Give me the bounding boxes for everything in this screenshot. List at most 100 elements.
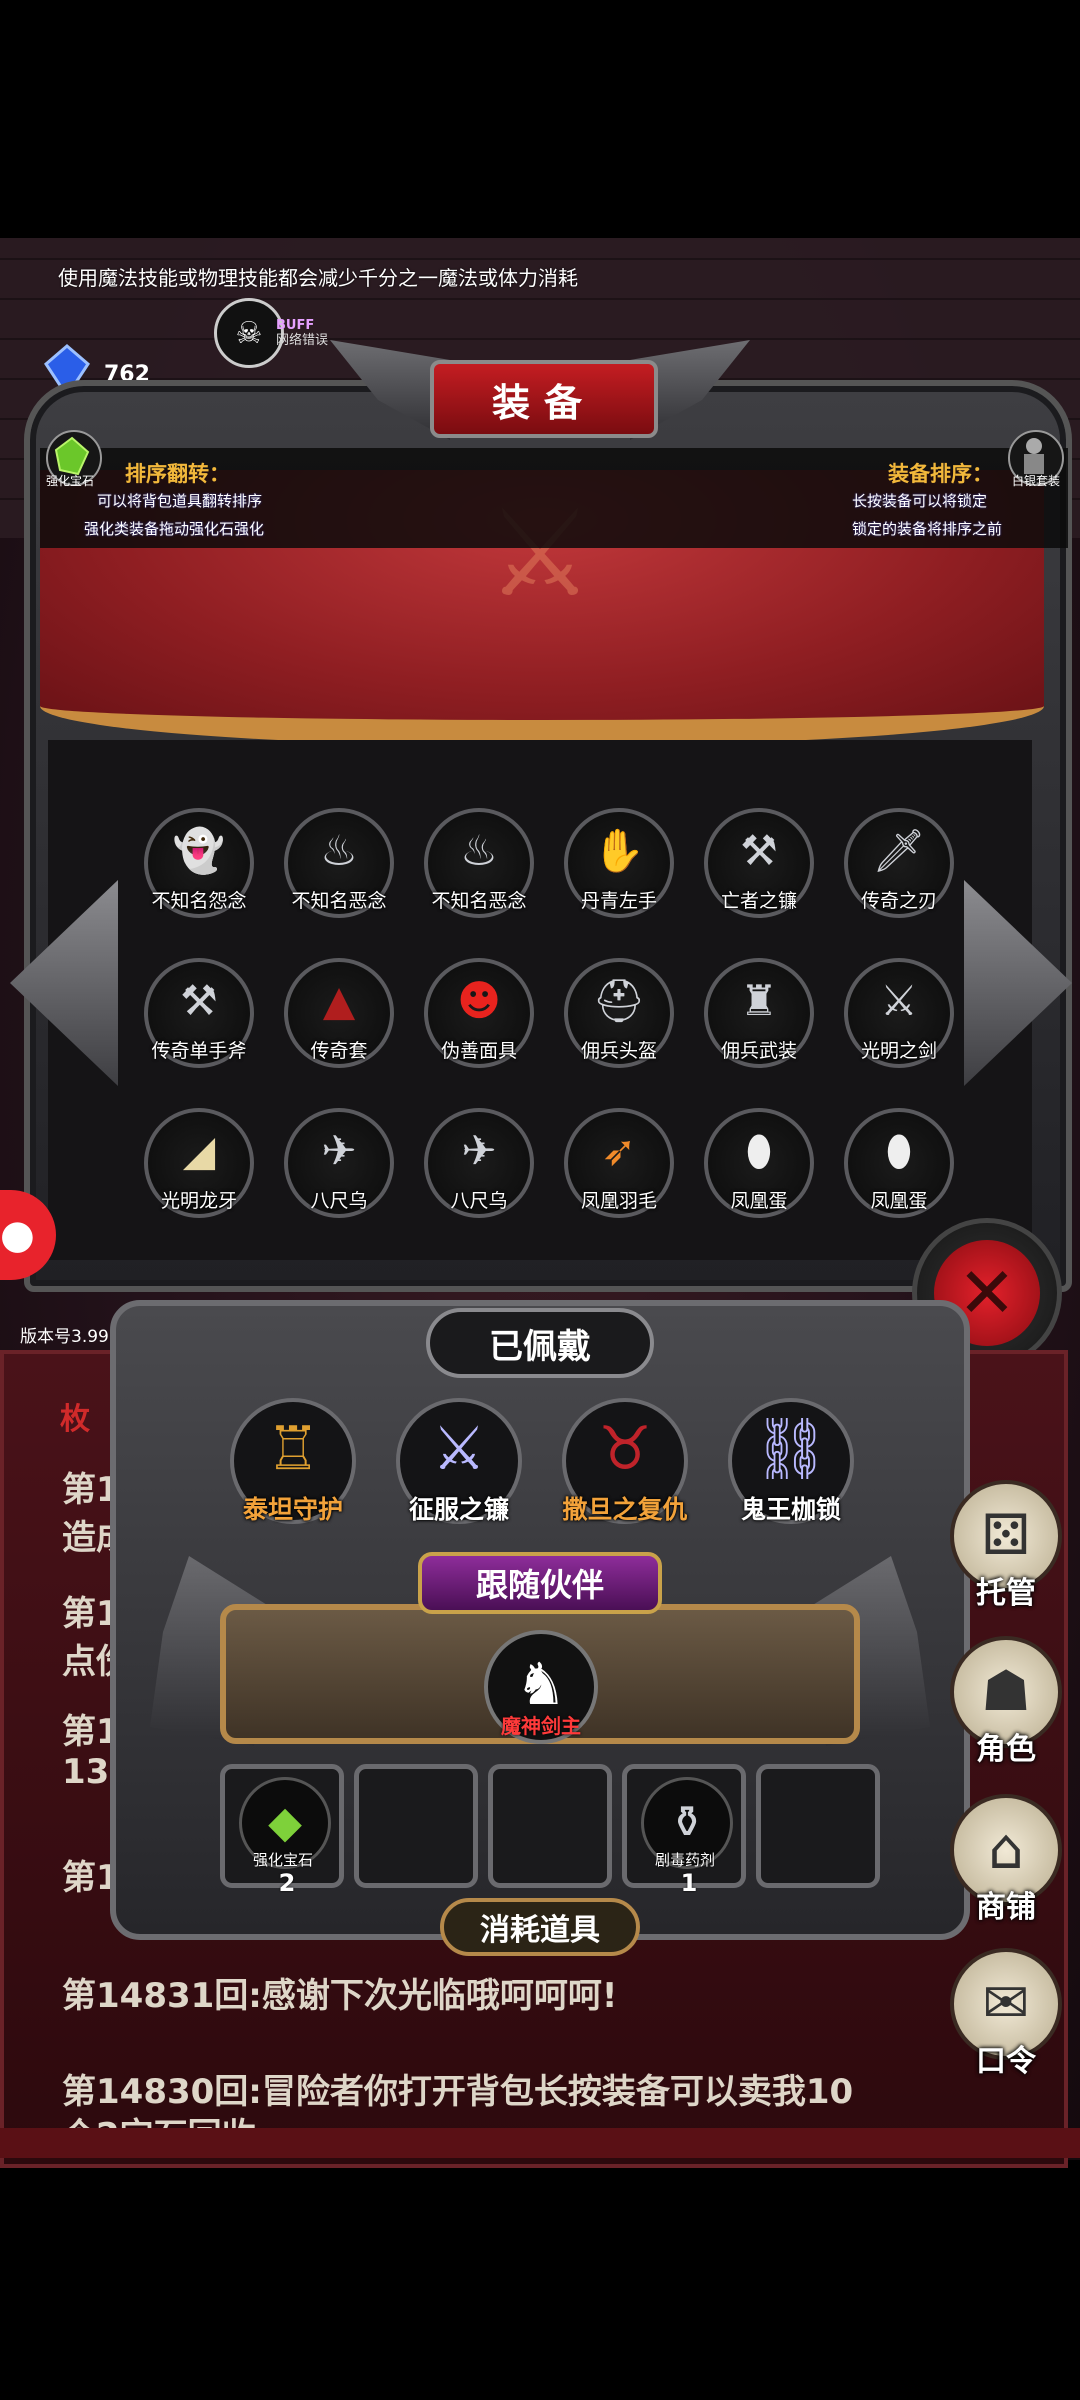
inventory-item-label: 传奇套	[310, 1040, 368, 1062]
axe-icon: ⚒	[180, 976, 218, 1025]
consumable-label: 强化宝石	[252, 1851, 313, 1869]
sword-icon: ⚔	[880, 976, 918, 1025]
equipped-slot[interactable]: ♖ 泰坦守护	[230, 1398, 356, 1524]
ghost-icon: 👻	[172, 826, 226, 875]
robe-icon: ▲	[322, 976, 356, 1025]
inventory-slot[interactable]: ✈ 八尺乌	[284, 1108, 394, 1218]
inventory-item-label: 凤凰蛋	[730, 1190, 788, 1212]
log-tab-partial: 枚	[60, 1402, 90, 1437]
inventory-slot[interactable]: ☻ 伪善面具	[424, 958, 534, 1068]
inventory-item-label: 佣兵头盔	[580, 1040, 657, 1062]
inventory-slot[interactable]: ⛑ 佣兵头盔	[564, 958, 674, 1068]
inventory-slot[interactable]: ▲ 传奇套	[284, 958, 394, 1068]
consumable-slot[interactable]	[488, 1764, 612, 1888]
inventory-item-label: 光明龙牙	[160, 1190, 237, 1212]
inventory-item-label: 传奇之刃	[860, 890, 937, 912]
inventory-slot[interactable]: ➶ 凤凰羽毛	[564, 1108, 674, 1218]
inventory-item-label: 不知名恶念	[291, 890, 387, 912]
equipment-sort-title[interactable]: 装备排序：	[888, 458, 993, 488]
version-label: 版本号3.99	[20, 1327, 109, 1347]
inventory-slot[interactable]: ⚒ 传奇单手斧	[144, 958, 254, 1068]
scythe-warrior-icon: ⚔	[432, 1414, 486, 1484]
inventory-slot[interactable]: 👻 不知名怨念	[144, 808, 254, 918]
equipped-item-label: 撒旦之复仇	[562, 1495, 688, 1524]
consumable-slot[interactable]	[354, 1764, 478, 1888]
dagger-icon: 🗡	[872, 826, 926, 875]
inventory-slot[interactable]: ♨ 不知名恶念	[424, 808, 534, 918]
inventory-slot[interactable]: ♨ 不知名恶念	[284, 808, 394, 918]
equipment-sort-desc-2: 锁定的装备将排序之前	[852, 520, 1003, 538]
log-line: 第14830回:冒险者你打开背包长按装备可以卖我10	[62, 2072, 854, 2112]
crow-icon: ✈	[321, 1126, 357, 1175]
person-icon: ●	[0, 1212, 35, 1258]
inventory-slot[interactable]: ⬮ 凤凰蛋	[844, 1108, 954, 1218]
equipped-slot[interactable]: ⚔ 征服之镰	[396, 1398, 522, 1524]
equipped-item-label: 泰坦守护	[242, 1495, 343, 1524]
consumable-label: 剧毒药剂	[654, 1851, 715, 1869]
side-menu-label[interactable]: 口令	[950, 2036, 1062, 2080]
silver-suit-label: 白银套装	[1012, 474, 1061, 488]
feather-icon: ➶	[601, 1126, 637, 1175]
consumable-slot[interactable]: ⚱ 剧毒药剂 1	[622, 1764, 746, 1897]
network-error-text: 网络错误	[276, 333, 329, 348]
wraith-icon: ♨	[320, 826, 358, 875]
inventory-item-label: 丹青左手	[580, 890, 657, 912]
inventory-slot[interactable]: ♜ 佣兵武装	[704, 958, 814, 1068]
buff-icon[interactable]: ☠	[214, 298, 284, 368]
consumable-slot[interactable]	[756, 1764, 880, 1888]
buff-status: BUFF 网络错误	[276, 318, 328, 348]
inventory-item-label: 凤凰蛋	[870, 1190, 928, 1212]
companion-banner: 跟随伙伴	[418, 1552, 662, 1614]
equipped-header: 已佩戴	[426, 1308, 654, 1378]
side-menu-label[interactable]: 托管	[950, 1568, 1062, 1612]
scythe-icon: ⚒	[740, 826, 778, 875]
sort-flip-title[interactable]: 排序翻转：	[125, 458, 230, 488]
consumable-count: 2	[278, 1869, 296, 1897]
consumable-count: 1	[680, 1869, 698, 1897]
inventory-slot[interactable]: ✈ 八尺乌	[424, 1108, 534, 1218]
egg-icon: ⬮	[885, 1126, 913, 1175]
inventory-slot[interactable]: ⚒ 亡者之镰	[704, 808, 814, 918]
window-title: 装备	[430, 360, 658, 438]
inventory-item-label: 八尺乌	[450, 1190, 508, 1212]
inventory-item-label: 伪善面具	[440, 1040, 517, 1062]
buff-tag: BUFF	[276, 318, 315, 333]
consumable-slot[interactable]: ◆ 强化宝石 2	[220, 1764, 344, 1897]
equipped-slot[interactable]: ⛓ 鬼王枷锁	[728, 1398, 854, 1524]
inventory-item-label: 亡者之镰	[720, 890, 797, 912]
inventory-slot[interactable]: ✋ 丹青左手	[564, 808, 674, 918]
bottom-divider	[0, 2128, 1080, 2158]
fang-icon: ◢	[182, 1126, 216, 1175]
inventory-item-label: 传奇单手斧	[151, 1040, 247, 1062]
inventory-slot[interactable]: 🗡 传奇之刃	[844, 808, 954, 918]
side-menu-label[interactable]: 商铺	[950, 1882, 1062, 1926]
companion-name: 魔神剑主	[501, 1714, 581, 1738]
tip-text: 使用魔法技能或物理技能都会减少千分之一魔法或体力消耗	[58, 266, 578, 290]
enhance-gem-label: 强化宝石	[46, 474, 95, 488]
armor-icon: ♜	[740, 976, 778, 1025]
inventory-item-label: 凤凰羽毛	[580, 1190, 657, 1212]
titan-armor-icon: ♖	[266, 1414, 320, 1484]
helmet-icon: ⛑	[592, 976, 646, 1025]
equipment-sort-desc-1: 长按装备可以将锁定	[852, 492, 988, 510]
consumables-banner: 消耗道具	[440, 1898, 640, 1956]
inventory-item-label: 不知名怨念	[151, 890, 247, 912]
equipped-item-label: 鬼王枷锁	[740, 1495, 841, 1524]
equipped-slot[interactable]: ♉ 撒旦之复仇	[562, 1398, 688, 1524]
inventory-item-label: 八尺乌	[310, 1190, 368, 1212]
inventory-slot[interactable]: ⬮ 凤凰蛋	[704, 1108, 814, 1218]
inventory-slot[interactable]: ◢ 光明龙牙	[144, 1108, 254, 1218]
inventory-item-label: 佣兵武装	[720, 1040, 797, 1062]
inventory-item-label: 光明之剑	[860, 1040, 937, 1062]
sort-flip-desc-2: 强化类装备拖动强化石强化	[84, 520, 265, 538]
chain-icon: ⛓	[752, 1414, 830, 1484]
inventory-slot[interactable]: ⚔ 光明之剑	[844, 958, 954, 1068]
sort-flip-desc-1: 可以将背包道具翻转排序	[97, 492, 263, 510]
inventory-item-label: 不知名恶念	[431, 890, 527, 912]
log-line: 第14831回:感谢下次光临哦呵呵呵!	[62, 1976, 618, 2016]
equipped-item-label: 征服之镰	[408, 1495, 509, 1524]
crow-icon: ✈	[461, 1126, 497, 1175]
side-menu-label[interactable]: 角色	[950, 1724, 1062, 1768]
egg-icon: ⬮	[745, 1126, 773, 1175]
wraith-icon: ♨	[460, 826, 498, 875]
